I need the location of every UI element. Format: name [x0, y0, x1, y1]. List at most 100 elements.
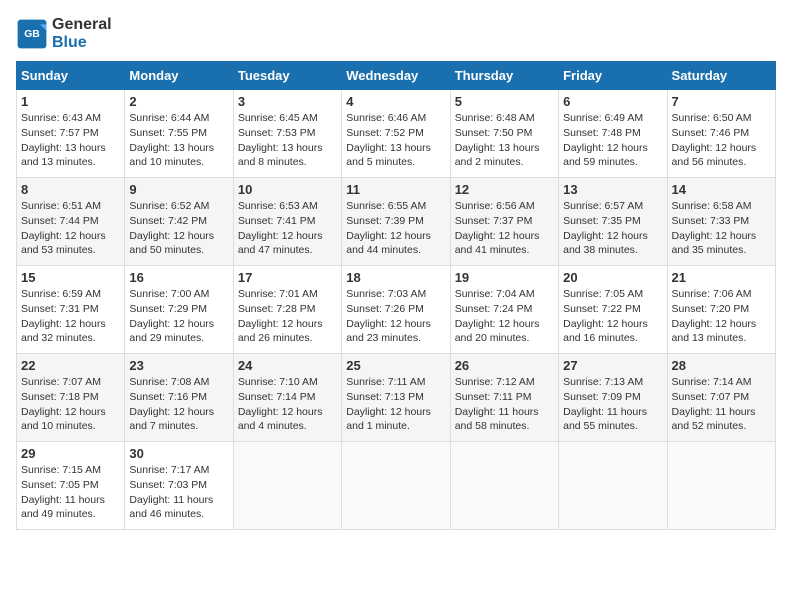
day-number: 7 [672, 94, 771, 109]
calendar-cell: 19 Sunrise: 7:04 AM Sunset: 7:24 PM Dayli… [450, 266, 558, 354]
day-info: Sunrise: 6:57 AM Sunset: 7:35 PM Dayligh… [563, 199, 662, 258]
day-number: 27 [563, 358, 662, 373]
day-number: 8 [21, 182, 120, 197]
day-number: 15 [21, 270, 120, 285]
weekday-header-saturday: Saturday [667, 62, 775, 90]
calendar-cell: 27 Sunrise: 7:13 AM Sunset: 7:09 PM Dayli… [559, 354, 667, 442]
day-info: Sunrise: 7:00 AM Sunset: 7:29 PM Dayligh… [129, 287, 228, 346]
day-info: Sunrise: 6:59 AM Sunset: 7:31 PM Dayligh… [21, 287, 120, 346]
weekday-header-friday: Friday [559, 62, 667, 90]
calendar-cell: 11Sunrise: 6:55 AM Sunset: 7:39 PM Dayli… [342, 178, 450, 266]
day-number: 5 [455, 94, 554, 109]
calendar-cell: 29 Sunrise: 7:15 AM Sunset: 7:05 PM Dayli… [17, 442, 125, 530]
day-info: Sunrise: 6:53 AM Sunset: 7:41 PM Dayligh… [238, 199, 337, 258]
day-info: Sunrise: 7:15 AM Sunset: 7:05 PM Dayligh… [21, 463, 120, 522]
svg-text:GB: GB [24, 29, 40, 40]
day-number: 29 [21, 446, 120, 461]
calendar-cell: 30 Sunrise: 7:17 AM Sunset: 7:03 PM Dayli… [125, 442, 233, 530]
day-info: Sunrise: 6:52 AM Sunset: 7:42 PM Dayligh… [129, 199, 228, 258]
weekday-header-monday: Monday [125, 62, 233, 90]
calendar-cell [559, 442, 667, 530]
calendar-cell: 1Sunrise: 6:43 AM Sunset: 7:57 PM Daylig… [17, 90, 125, 178]
page-header: GB General Blue [16, 16, 776, 51]
calendar-cell: 3 Sunrise: 6:45 AM Sunset: 7:53 PM Daylig… [233, 90, 341, 178]
calendar-cell: 23Sunrise: 7:08 AM Sunset: 7:16 PM Dayli… [125, 354, 233, 442]
weekday-header-sunday: Sunday [17, 62, 125, 90]
day-number: 30 [129, 446, 228, 461]
calendar-cell [667, 442, 775, 530]
day-number: 28 [672, 358, 771, 373]
day-number: 2 [129, 94, 228, 109]
calendar-cell: 25 Sunrise: 7:11 AM Sunset: 7:13 PM Dayli… [342, 354, 450, 442]
calendar-cell: 16 Sunrise: 7:00 AM Sunset: 7:29 PM Dayli… [125, 266, 233, 354]
logo-line1: General [52, 16, 112, 34]
day-number: 17 [238, 270, 337, 285]
day-info: Sunrise: 6:45 AM Sunset: 7:53 PM Dayligh… [238, 111, 337, 170]
day-info: Sunrise: 7:05 AM Sunset: 7:22 PM Dayligh… [563, 287, 662, 346]
day-info: Sunrise: 7:10 AM Sunset: 7:14 PM Dayligh… [238, 375, 337, 434]
day-number: 1 [21, 94, 120, 109]
calendar-cell: 20Sunrise: 7:05 AM Sunset: 7:22 PM Dayli… [559, 266, 667, 354]
calendar-table: SundayMondayTuesdayWednesdayThursdayFrid… [16, 61, 776, 530]
day-info: Sunrise: 6:49 AM Sunset: 7:48 PM Dayligh… [563, 111, 662, 170]
calendar-week-row: 29 Sunrise: 7:15 AM Sunset: 7:05 PM Dayli… [17, 442, 776, 530]
calendar-cell: 8 Sunrise: 6:51 AM Sunset: 7:44 PM Daylig… [17, 178, 125, 266]
day-info: Sunrise: 6:48 AM Sunset: 7:50 PM Dayligh… [455, 111, 554, 170]
day-number: 14 [672, 182, 771, 197]
day-info: Sunrise: 7:14 AM Sunset: 7:07 PM Dayligh… [672, 375, 771, 434]
calendar-cell: 15 Sunrise: 6:59 AM Sunset: 7:31 PM Dayli… [17, 266, 125, 354]
day-number: 21 [672, 270, 771, 285]
calendar-cell: 26 Sunrise: 7:12 AM Sunset: 7:11 PM Dayli… [450, 354, 558, 442]
day-number: 23 [129, 358, 228, 373]
logo-icon: GB [16, 18, 48, 50]
day-info: Sunrise: 6:51 AM Sunset: 7:44 PM Dayligh… [21, 199, 120, 258]
calendar-cell: 28 Sunrise: 7:14 AM Sunset: 7:07 PM Dayli… [667, 354, 775, 442]
calendar-week-row: 1Sunrise: 6:43 AM Sunset: 7:57 PM Daylig… [17, 90, 776, 178]
day-number: 10 [238, 182, 337, 197]
day-number: 24 [238, 358, 337, 373]
calendar-cell: 13 Sunrise: 6:57 AM Sunset: 7:35 PM Dayli… [559, 178, 667, 266]
calendar-cell [233, 442, 341, 530]
calendar-cell [450, 442, 558, 530]
weekday-header-tuesday: Tuesday [233, 62, 341, 90]
day-number: 13 [563, 182, 662, 197]
day-info: Sunrise: 6:46 AM Sunset: 7:52 PM Dayligh… [346, 111, 445, 170]
calendar-cell [342, 442, 450, 530]
calendar-cell: 10 Sunrise: 6:53 AM Sunset: 7:41 PM Dayli… [233, 178, 341, 266]
calendar-week-row: 22 Sunrise: 7:07 AM Sunset: 7:18 PM Dayli… [17, 354, 776, 442]
day-number: 18 [346, 270, 445, 285]
calendar-cell: 21Sunrise: 7:06 AM Sunset: 7:20 PM Dayli… [667, 266, 775, 354]
calendar-cell: 4 Sunrise: 6:46 AM Sunset: 7:52 PM Daylig… [342, 90, 450, 178]
calendar-week-row: 15 Sunrise: 6:59 AM Sunset: 7:31 PM Dayli… [17, 266, 776, 354]
day-number: 16 [129, 270, 228, 285]
day-info: Sunrise: 7:07 AM Sunset: 7:18 PM Dayligh… [21, 375, 120, 434]
weekday-header-wednesday: Wednesday [342, 62, 450, 90]
calendar-cell: 12 Sunrise: 6:56 AM Sunset: 7:37 PM Dayli… [450, 178, 558, 266]
day-number: 26 [455, 358, 554, 373]
day-info: Sunrise: 6:50 AM Sunset: 7:46 PM Dayligh… [672, 111, 771, 170]
weekday-header-row: SundayMondayTuesdayWednesdayThursdayFrid… [17, 62, 776, 90]
day-number: 22 [21, 358, 120, 373]
day-number: 6 [563, 94, 662, 109]
day-info: Sunrise: 7:13 AM Sunset: 7:09 PM Dayligh… [563, 375, 662, 434]
day-number: 4 [346, 94, 445, 109]
calendar-cell: 14 Sunrise: 6:58 AM Sunset: 7:33 PM Dayli… [667, 178, 775, 266]
day-info: Sunrise: 7:11 AM Sunset: 7:13 PM Dayligh… [346, 375, 445, 434]
day-number: 12 [455, 182, 554, 197]
calendar-cell: 2 Sunrise: 6:44 AM Sunset: 7:55 PM Daylig… [125, 90, 233, 178]
calendar-cell: 18 Sunrise: 7:03 AM Sunset: 7:26 PM Dayli… [342, 266, 450, 354]
day-info: Sunrise: 7:03 AM Sunset: 7:26 PM Dayligh… [346, 287, 445, 346]
day-info: Sunrise: 7:12 AM Sunset: 7:11 PM Dayligh… [455, 375, 554, 434]
day-number: 25 [346, 358, 445, 373]
day-info: Sunrise: 7:04 AM Sunset: 7:24 PM Dayligh… [455, 287, 554, 346]
day-info: Sunrise: 6:44 AM Sunset: 7:55 PM Dayligh… [129, 111, 228, 170]
day-number: 19 [455, 270, 554, 285]
day-info: Sunrise: 7:17 AM Sunset: 7:03 PM Dayligh… [129, 463, 228, 522]
logo: GB General Blue [16, 16, 112, 51]
day-info: Sunrise: 6:56 AM Sunset: 7:37 PM Dayligh… [455, 199, 554, 258]
calendar-cell: 17 Sunrise: 7:01 AM Sunset: 7:28 PM Dayli… [233, 266, 341, 354]
day-info: Sunrise: 7:01 AM Sunset: 7:28 PM Dayligh… [238, 287, 337, 346]
weekday-header-thursday: Thursday [450, 62, 558, 90]
day-number: 3 [238, 94, 337, 109]
day-info: Sunrise: 6:58 AM Sunset: 7:33 PM Dayligh… [672, 199, 771, 258]
